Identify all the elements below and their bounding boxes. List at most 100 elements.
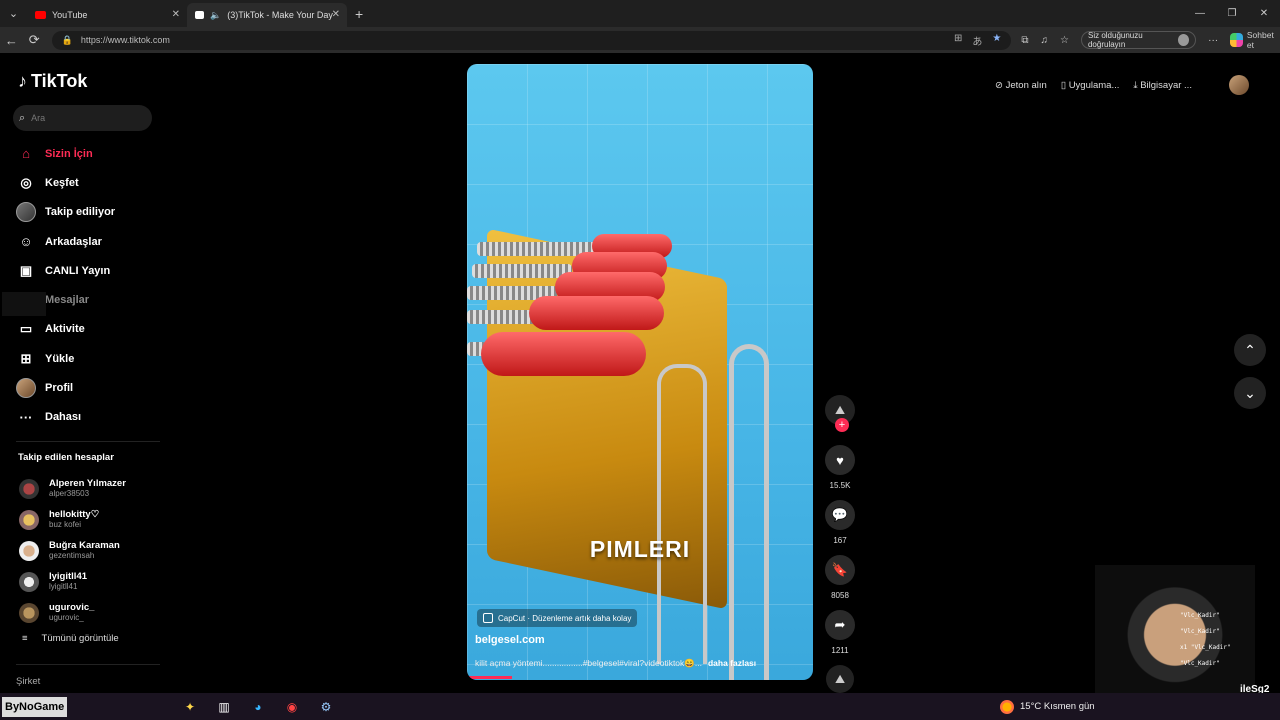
avatar-icon [16, 202, 36, 223]
video-actions: ⛰ + ♥ 15.5K 💬 167 🔖 8058 ➦ 1211 ⛰ [823, 395, 857, 693]
pc-app-button[interactable]: ⤓ Bilgisayar ... [1133, 80, 1192, 91]
save-button[interactable]: 🔖 [825, 555, 855, 585]
nav-explore[interactable]: ◎ Keşfet [16, 168, 115, 197]
nav-for-you[interactable]: ⌂ Sizin İçin [16, 139, 115, 168]
tiktok-logo[interactable]: ♪ TikTok [18, 71, 87, 92]
tiktok-icon [195, 11, 204, 19]
comment-count: 167 [833, 536, 847, 545]
company-link[interactable]: Şirket [16, 676, 40, 687]
chat-line: "Vlc_Kadir" [1180, 628, 1220, 635]
refresh-button[interactable]: ⟳ [23, 32, 46, 48]
nav-following[interactable]: Takip ediliyor [16, 198, 115, 227]
account-name: lyigitll41 [49, 571, 88, 582]
pin [481, 332, 646, 376]
nav-label: Aktivite [45, 323, 85, 336]
chat-line: "Vlc_Kadir" [1180, 660, 1220, 667]
home-icon: ⌂ [22, 146, 30, 162]
followed-account[interactable]: hellokitty♡ buz kofei [19, 504, 126, 535]
obs-icon[interactable]: ◉ [282, 697, 302, 717]
get-app-label: Uygulama... [1068, 79, 1120, 91]
minimize-button[interactable]: — [1184, 0, 1216, 27]
followed-account[interactable]: lyigitll41 lyigitll41 [19, 566, 126, 597]
back-button[interactable]: ← [0, 33, 23, 48]
new-tab-button[interactable]: + [355, 6, 363, 22]
follow-plus-icon[interactable]: + [835, 418, 849, 432]
pin [529, 296, 664, 330]
verify-identity-button[interactable]: Siz olduğunuzu doğrulayın [1080, 31, 1197, 49]
nav-label: CANLI Yayın [45, 264, 111, 277]
copilot-button[interactable]: Sohbet et [1230, 30, 1280, 50]
extensions-icon[interactable]: ⧉ [1021, 35, 1028, 46]
spring [472, 264, 572, 278]
comment-button[interactable]: 💬 [825, 500, 855, 530]
creator-avatar[interactable]: ⛰ + [825, 395, 855, 432]
more-link[interactable]: daha fazlası [708, 658, 756, 669]
get-app-button[interactable]: ▯ Uygulama... [1061, 80, 1120, 91]
next-video-button[interactable]: ⌄ [1234, 377, 1266, 409]
chevron-down-icon: ⌄ [1244, 384, 1256, 401]
tab-youtube[interactable]: YouTube ✕ [27, 3, 187, 27]
followed-account[interactable]: Buğra Karaman gezentimsah [19, 535, 126, 566]
bookmark-icon: 🔖 [831, 562, 849, 577]
steam-icon[interactable]: ⚙ [316, 697, 336, 717]
nav-activity[interactable]: ▭ Aktivite [16, 315, 115, 344]
see-all-button[interactable]: ≡ Tümünü görüntüle [22, 633, 119, 644]
read-aloud-icon[interactable]: ♫ [1041, 35, 1049, 46]
comment-icon: 💬 [831, 507, 849, 522]
friends-icon: ☺ [19, 234, 33, 250]
app-available-icon[interactable]: ⊞ [954, 33, 962, 48]
followed-accounts-header: Takip edilen hesaplar [18, 452, 114, 463]
speaker-icon[interactable]: 🔈 [210, 10, 221, 21]
followed-account[interactable]: Alperen Yılmazer alper38503 [19, 473, 126, 504]
tab-title: YouTube [52, 10, 88, 20]
close-icon[interactable]: ✕ [172, 9, 180, 20]
restore-button[interactable]: ❐ [1216, 0, 1248, 27]
video-player[interactable]: PIMLERI CapCut · Düzenleme artık daha ko… [467, 64, 813, 680]
avatar [19, 540, 39, 561]
verify-label: Siz olduğunuzu doğrulayın [1087, 31, 1143, 49]
account-handle: buz kofei [49, 520, 82, 529]
get-coins-button[interactable]: ⊘ Jeton alın [995, 80, 1047, 91]
translate-icon[interactable]: あ [972, 33, 982, 48]
bynogame-label: ByNoGame [5, 700, 65, 713]
nav-live[interactable]: ▣ CANLI Yayın [16, 256, 115, 285]
upload-icon: ⊞ [20, 350, 32, 366]
like-button[interactable]: ♥ [825, 445, 855, 475]
tab-tiktok[interactable]: 🔈 (3)TikTok - Make Your Day ✕ [187, 3, 347, 27]
close-icon[interactable]: ✕ [332, 9, 340, 20]
url-field[interactable]: 🔒 https://www.tiktok.com ⊞ あ ★ [51, 30, 1012, 50]
lock-icon[interactable]: 🔒 [62, 35, 73, 46]
video-caption: PIMLERI [589, 536, 691, 562]
nav-profile[interactable]: Profil [16, 373, 115, 402]
video-author[interactable]: belgesel.com [475, 634, 545, 646]
nav-label: Sizin İçin [45, 147, 93, 160]
close-window-button[interactable]: ✕ [1248, 0, 1280, 27]
edge-icon[interactable]: ◕ [248, 697, 268, 717]
share-icon: ➦ [834, 617, 846, 632]
account-handle: ugurovic_ [49, 613, 84, 622]
capcut-badge[interactable]: CapCut · Düzenleme artık daha kolay [477, 609, 638, 627]
get-coins-label: Jeton alın [1005, 79, 1047, 91]
followed-account[interactable]: ugurovic_ ugurovic_ [19, 597, 126, 628]
sparkle-icon[interactable]: ✦ [180, 697, 200, 717]
previous-video-button[interactable]: ⌃ [1234, 334, 1266, 366]
nav-friends[interactable]: ☺ Arkadaşlar [16, 227, 115, 256]
nav-upload[interactable]: ⊞ Yükle [16, 344, 115, 373]
tab-actions-icon[interactable]: ⌄ [0, 0, 27, 27]
nav-more[interactable]: ··· Dahası [16, 403, 115, 432]
weather-widget[interactable]: 15°C Kısmen gün [1000, 699, 1095, 714]
video-progress-bar[interactable] [467, 676, 512, 679]
more-options-icon[interactable]: ··· [1208, 35, 1218, 46]
browser-tabbar: ⌄ YouTube ✕ 🔈 (3)TikTok - Make Your Day … [0, 0, 1280, 27]
favorite-star-icon[interactable]: ★ [992, 33, 1001, 48]
nav-label: Keşfet [45, 176, 79, 189]
favorites-icon[interactable]: ☆ [1060, 35, 1069, 46]
search-input[interactable]: ⌕ Ara [13, 105, 152, 131]
music-disc-icon[interactable]: ⛰ [826, 665, 854, 693]
share-button[interactable]: ➦ [825, 610, 855, 640]
avatar [19, 509, 39, 530]
nav-label: Takip ediliyor [45, 206, 116, 219]
task-view-icon[interactable]: ▥ [214, 697, 234, 717]
user-avatar[interactable] [1229, 75, 1249, 95]
window-controls: — ❐ ✕ [1184, 0, 1280, 27]
